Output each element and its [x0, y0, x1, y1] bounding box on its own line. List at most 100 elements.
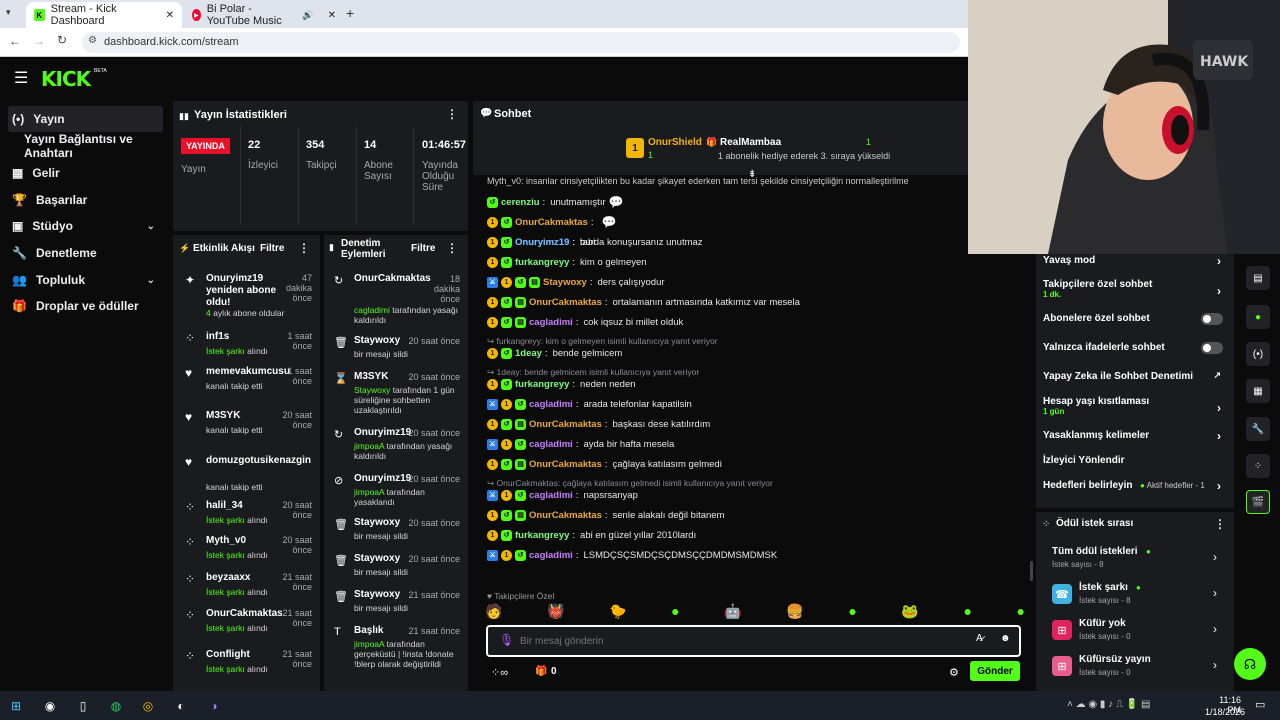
chat-username[interactable]: cerenziu [501, 197, 540, 208]
app-icon[interactable]: ◑ [204, 696, 224, 716]
chat-input-box[interactable]: 🎙 A̷ ☻ [486, 625, 1021, 657]
sidebar-item-basarilar[interactable]: 🏆 Başarılar [8, 187, 163, 213]
moderation-item[interactable]: T Başlık 21 saat önce jimpoaA tarafından ge… [324, 625, 468, 669]
chat-username[interactable]: OnurCakmaktas [515, 217, 588, 228]
chat-input[interactable] [520, 633, 940, 649]
sidebar-item-droplar[interactable]: 🎁 Droplar ve ödüller [8, 293, 163, 319]
gifter-name[interactable]: RealMambaa [720, 137, 781, 148]
emote-icon[interactable]: 🧑 [485, 603, 502, 623]
toggle-switch[interactable] [1201, 313, 1223, 325]
kick-logo[interactable]: KICK [41, 67, 91, 91]
chrome-icon[interactable]: ◎ [138, 696, 158, 716]
toggle-switch[interactable] [1201, 342, 1223, 354]
moderator-name[interactable]: jimpoaA [354, 639, 384, 649]
chat-message[interactable]: 1 ↺ furkangreyy: kim o gelmeyen [487, 255, 647, 269]
menu-icon[interactable]: ☰ [14, 68, 28, 88]
close-icon[interactable]: ✕ [166, 10, 174, 21]
chat-username[interactable]: cagladimi [529, 317, 573, 328]
chat-message[interactable]: ⚔ 1 ↺ cagladimi: arada telefonlar kapatilsin [487, 397, 692, 411]
back-icon[interactable]: ← [9, 34, 21, 48]
chat-message[interactable]: 1 ↺ ▤ OnurCakmaktas: başkası dese katılırdım [487, 417, 710, 431]
chat-setting-row[interactable]: İzleyici Yönlendir [1043, 455, 1229, 471]
activity-item[interactable]: ⁘ Myth_v0 20 saat önce İstek şarkı alındı [173, 535, 320, 569]
activity-item[interactable]: ✦ Onuryimz19 yeniden abone oldu! 47 dakika… [173, 273, 320, 318]
activity-item[interactable]: ♥ M3SYK 20 saat önce kanalı takip etti [173, 410, 320, 444]
chat-setting-row[interactable]: Hesap yaşı kısıtlaması 1 gün › [1043, 396, 1229, 424]
sidebar-item-stream-key[interactable]: Yayın Bağlantısı ve Anahtarı [20, 132, 170, 160]
more-options-icon[interactable]: ⋮ [446, 241, 458, 255]
app-icon[interactable]: ◉ [40, 696, 60, 716]
moderation-item[interactable]: 🗑 Staywoxy 20 saat önce bir mesajı sildi [324, 517, 468, 557]
emote-icon[interactable]: ● [1017, 603, 1025, 623]
chat-setting-row[interactable]: Yapay Zeka ile Sohbet Denetimi ↗ [1043, 370, 1229, 387]
activity-item[interactable]: ⁘ beyzaaxx 21 saat önce İstek şarkı alındı [173, 572, 320, 606]
emote-icon[interactable]: ● [848, 603, 856, 623]
emote-icon[interactable]: ● [671, 603, 679, 623]
chat-username[interactable]: OnurCakmaktas [529, 459, 602, 470]
chat-message[interactable]: ⚔ 1 ↺ ▤ Staywoxy: ders çalışıyodur [487, 275, 665, 289]
speaker-icon[interactable]: 🔊 [302, 10, 313, 21]
app-icon[interactable]: ▯ [73, 696, 93, 716]
gear-icon[interactable]: ⚙ [949, 666, 959, 679]
emote-icon[interactable]: 👹 [547, 603, 564, 623]
sidebar-item-topluluk[interactable]: 👥 Topluluk ⌄ [8, 267, 163, 293]
activity-item[interactable]: ♥ domuzgotusikenazgin kanalı takip etti [173, 455, 320, 492]
chat-message[interactable]: 1 ↺ ▤ OnurCakmaktas: çağlaya katılasım gelme… [487, 457, 722, 471]
sidebar-item-gelir[interactable]: ▦ Gelir [8, 160, 163, 186]
chat-username[interactable]: cagladimi [529, 490, 573, 501]
spotify-icon[interactable]: ◍ [106, 696, 126, 716]
sidebar-item-yayin[interactable]: (•) Yayın [8, 106, 163, 132]
chat-message[interactable]: ⚔ 1 ↺ cagladimi: napsrsanyap [487, 488, 638, 502]
activity-item[interactable]: ♥ memevakumcusu 1 saat önce kanalı takip et… [173, 366, 320, 400]
emote-icon[interactable]: 🤖 [724, 603, 741, 623]
points-icon[interactable]: ⁘∞ [491, 666, 508, 679]
moderator-name[interactable]: cagladimi [354, 305, 390, 315]
community-icon[interactable]: ⁘ [1246, 454, 1270, 478]
tab-youtube-music[interactable]: ▶ Bi Polar - YouTube Music 🔊 ✕ [184, 2, 344, 28]
microphone-icon[interactable]: 🎙 [499, 633, 514, 647]
gift-box-icon[interactable]: 🎁 [535, 666, 547, 677]
url-field[interactable]: ⚙ dashboard.kick.com/stream [82, 32, 960, 53]
filter-button[interactable]: Filtre [411, 243, 435, 254]
notification-icon[interactable]: ▭ [1255, 698, 1265, 711]
chat-setting-row[interactable]: Yavaş mod › [1043, 254, 1229, 271]
moderation-target[interactable]: OnurCakmaktas [354, 273, 434, 285]
chat-setting-row[interactable]: Hedefleri belirleyin › ● Aktif hedefler - … [1043, 479, 1229, 496]
support-icon[interactable]: ☊ [1234, 648, 1266, 680]
windows-start-icon[interactable]: ⊞ [6, 696, 26, 716]
chat-message[interactable]: ⚔ 1 ↺ cagladimi: LSMDÇSÇSMDÇSÇDMSÇÇDMDMSMDMS… [487, 548, 777, 562]
sidebar-item-studyo[interactable]: ▣ Stüdyo ⌄ [8, 213, 163, 239]
obs-icon[interactable]: ◐ [171, 696, 191, 716]
chat-username[interactable]: Onuryimz19 [515, 237, 569, 248]
chat-scrollbar[interactable] [1030, 561, 1033, 581]
chat-username[interactable]: OnurCakmaktas [529, 510, 602, 521]
close-icon[interactable]: ✕ [328, 10, 336, 21]
activity-item[interactable]: ⁘ Conflight 21 saat önce İstek şarkı alındı [173, 649, 320, 683]
reward-row[interactable]: ⊞ Küfürsüz yayın İstek sayısı - 0 › [1043, 651, 1229, 685]
emote-icon[interactable]: 🍔 [786, 603, 803, 623]
filter-button[interactable]: Filtre [260, 243, 284, 254]
translate-icon[interactable]: A̷ [976, 633, 983, 644]
chat-message[interactable]: 1 ↺ 1deay: bende gelmicem [487, 346, 622, 360]
chat-username[interactable]: cagladimi [529, 439, 573, 450]
chat-setting-row[interactable]: Yalnızca ifadelerle sohbet [1043, 342, 1229, 358]
chat-setting-row[interactable]: Yasaklanmış kelimeler › [1043, 429, 1229, 446]
chat-message[interactable]: 1 ↺ ▤ OnurCakmaktas: senle alakalı değil bit… [487, 508, 724, 522]
chat-message[interactable]: 1 ↺ furkangreyy: neden neden [487, 377, 636, 391]
moderation-item[interactable]: ⌛ M3SYK 20 saat önce Staywoxy tarafından 1 … [324, 371, 468, 415]
top-user-name[interactable]: OnurShield [648, 137, 702, 148]
chat-setting-row[interactable]: Abonelere özel sohbet [1043, 313, 1229, 329]
reward-row[interactable]: ⊞ Küfür yok İstek sayısı - 0 › [1043, 615, 1229, 649]
more-options-icon[interactable]: ⋮ [446, 107, 458, 121]
clapper-icon[interactable]: 🎬 [1246, 490, 1270, 514]
tab-list-icon[interactable]: ▾ [6, 7, 11, 18]
layout-icon[interactable]: ▦ [1246, 379, 1270, 403]
sidebar-item-denetleme[interactable]: 🔧 Denetleme [8, 240, 163, 266]
chat-message[interactable]: 1 ↺ Onuryimz19: tabi [487, 235, 595, 249]
system-tray-icons[interactable]: ˄ ☁ ◉ ▮ ♪ ⎍ 🔋 ▤ [1067, 699, 1150, 710]
broadcast-icon[interactable]: (•) [1246, 342, 1270, 366]
activity-item[interactable]: ⁘ OnurCakmaktas 21 saat önce İstek şarkı al… [173, 608, 320, 642]
moderation-item[interactable]: ↻ Onuryimz19 20 saat önce jimpoaA tarafında… [324, 427, 468, 467]
notes-icon[interactable]: ▤ [1246, 266, 1270, 290]
moderator-name[interactable]: Staywoxy [354, 385, 390, 395]
